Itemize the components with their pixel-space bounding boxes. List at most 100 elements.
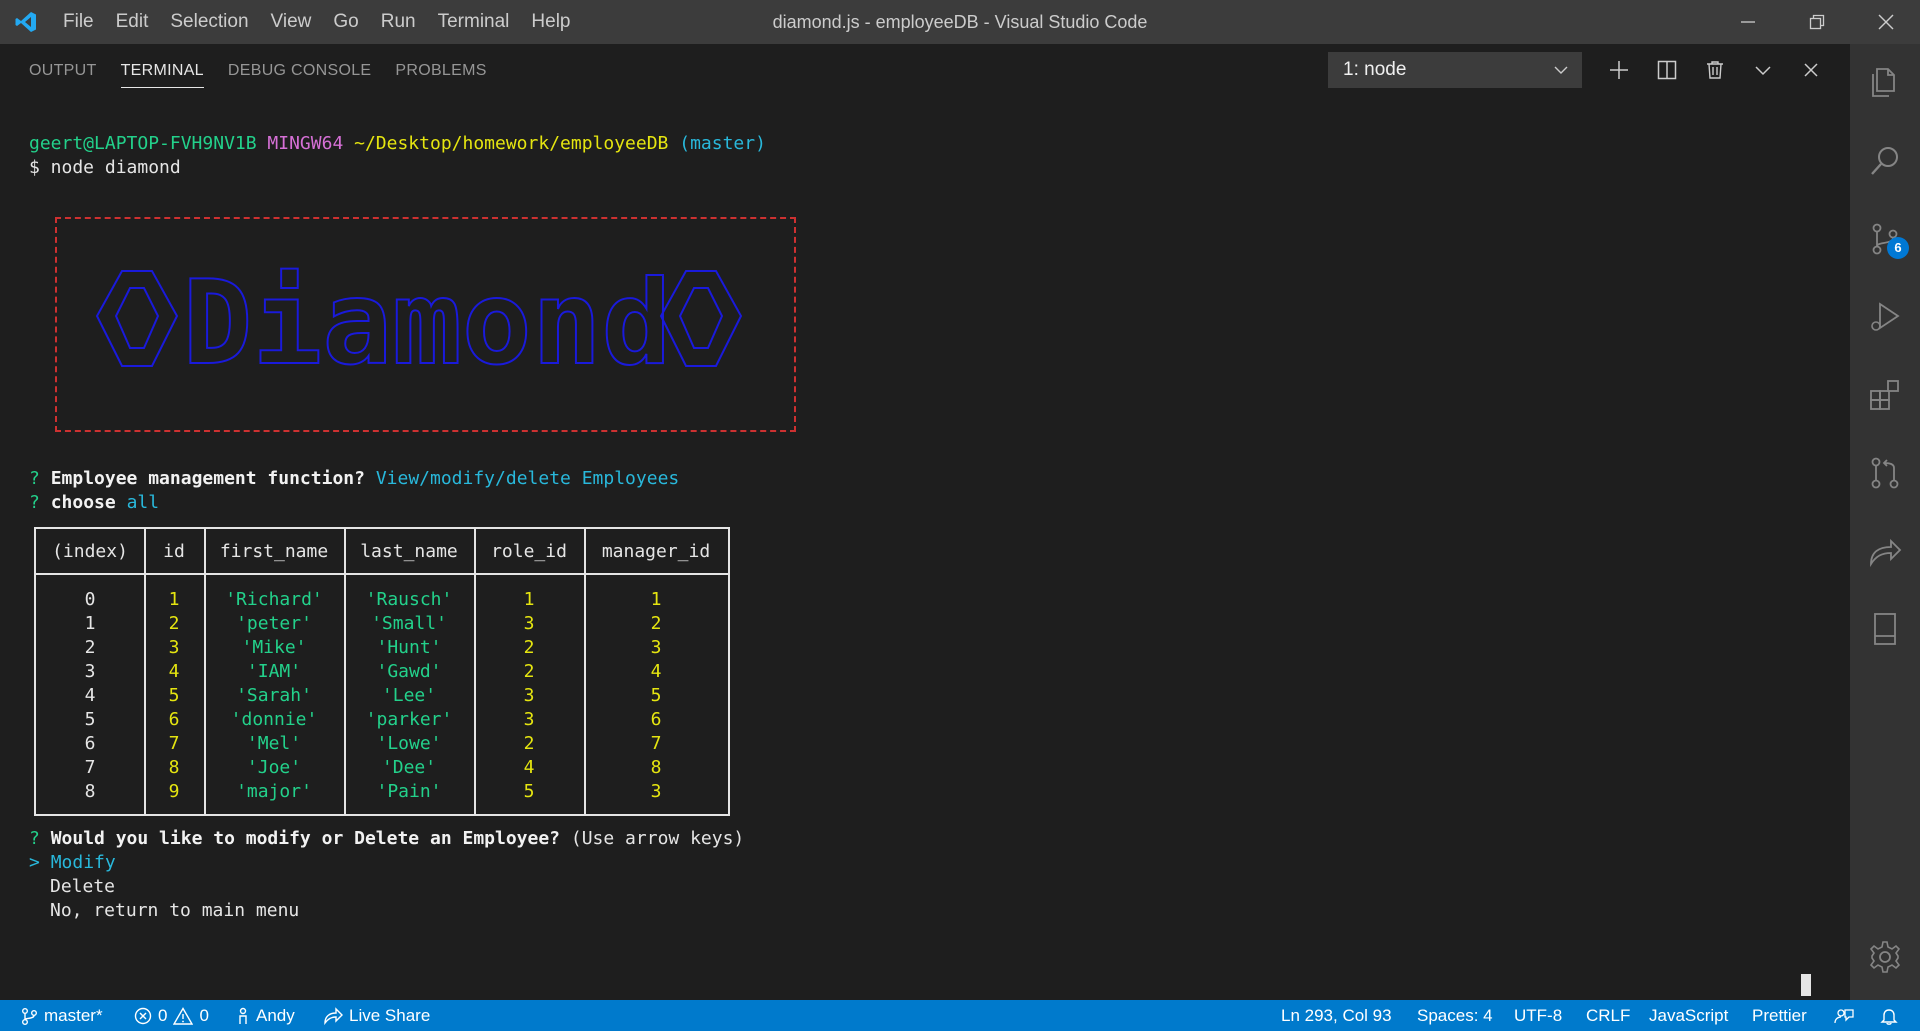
maximize-panel-button[interactable] xyxy=(1739,50,1787,90)
cell-first-name: 'donnie' xyxy=(230,709,318,730)
menu-help[interactable]: Help xyxy=(520,0,581,44)
cell-id: 2 xyxy=(168,613,180,634)
activity-extensions[interactable] xyxy=(1850,356,1920,434)
activity-explorer[interactable] xyxy=(1850,44,1920,122)
activity-settings[interactable] xyxy=(1850,918,1920,996)
activity-run-debug[interactable] xyxy=(1850,278,1920,356)
prompt-branch: (master) xyxy=(679,133,766,154)
panel-header: OUTPUT TERMINAL DEBUG CONSOLE PROBLEMS 1… xyxy=(0,44,1850,98)
status-user[interactable]: Andy xyxy=(236,1000,295,1031)
restore-button[interactable] xyxy=(1782,0,1851,44)
status-notifications[interactable] xyxy=(1880,1000,1898,1031)
activity-search[interactable] xyxy=(1850,122,1920,200)
prompt-line: geert@LAPTOP-FVH9NV1B MINGW64 ~/Desktop/… xyxy=(29,132,766,156)
choice-main-menu[interactable]: No, return to main menu xyxy=(50,899,299,923)
terminal-select[interactable]: 1: node xyxy=(1328,52,1582,88)
cell-manager-id: 3 xyxy=(650,781,662,802)
tab-problems[interactable]: PROBLEMS xyxy=(383,44,498,98)
status-language[interactable]: JavaScript xyxy=(1649,1000,1728,1031)
cell-id: 6 xyxy=(168,709,180,730)
tab-terminal[interactable]: TERMINAL xyxy=(109,44,216,98)
cell-role-id: 4 xyxy=(523,757,535,778)
cell-role-id: 3 xyxy=(523,685,535,706)
cell-role-id: 2 xyxy=(523,661,535,682)
status-feedback[interactable] xyxy=(1834,1000,1854,1031)
activity-live-share[interactable] xyxy=(1850,512,1920,590)
warning-icon xyxy=(173,1006,194,1025)
source-control-badge: 6 xyxy=(1887,237,1909,259)
menu-run[interactable]: Run xyxy=(370,0,427,44)
menu-file[interactable]: File xyxy=(52,0,105,44)
cell-first-name: 'peter' xyxy=(236,613,312,634)
bell-icon xyxy=(1880,1008,1898,1025)
cell-last-name: 'Dee' xyxy=(381,757,437,778)
status-eol[interactable]: CRLF xyxy=(1586,1000,1630,1031)
cell-last-name: 'Hunt' xyxy=(376,637,442,658)
status-spaces[interactable]: Spaces: 4 xyxy=(1417,1000,1493,1031)
split-terminal-button[interactable] xyxy=(1643,50,1691,90)
activity-bar xyxy=(1850,44,1920,1000)
header-role-id: role_id xyxy=(491,541,567,562)
prompt-user: geert@LAPTOP-FVH9NV1B xyxy=(29,133,257,154)
menu-terminal[interactable]: Terminal xyxy=(427,0,521,44)
activity-notebook[interactable] xyxy=(1850,590,1920,668)
menu-selection[interactable]: Selection xyxy=(159,0,259,44)
status-live-share[interactable]: Live Share xyxy=(323,1000,430,1031)
diamond-banner-art: Diamond xyxy=(95,266,743,372)
cell-role-id: 5 xyxy=(523,781,535,802)
header-last-name: last_name xyxy=(360,541,458,562)
status-encoding[interactable]: UTF-8 xyxy=(1514,1000,1562,1031)
cell-manager-id: 3 xyxy=(650,637,662,658)
kill-terminal-button[interactable] xyxy=(1691,50,1739,90)
close-icon xyxy=(1878,14,1893,30)
cell-last-name: 'Pain' xyxy=(376,781,442,802)
cell-manager-id: 2 xyxy=(650,613,662,634)
status-formatter[interactable]: Prettier xyxy=(1752,1000,1807,1031)
extensions-icon xyxy=(1870,380,1899,410)
search-icon xyxy=(1871,147,1898,175)
cell-first-name: 'Joe' xyxy=(246,757,302,778)
menu-bar: File Edit Selection View Go Run Terminal… xyxy=(52,0,582,44)
close-panel-button[interactable] xyxy=(1787,50,1835,90)
new-terminal-button[interactable] xyxy=(1595,50,1643,90)
minimize-icon xyxy=(1740,21,1755,23)
table-header-divider xyxy=(36,573,728,575)
status-problems[interactable]: 0 0 xyxy=(134,1000,209,1031)
tab-debug-console[interactable]: DEBUG CONSOLE xyxy=(216,44,384,98)
terminal-select-value: 1: node xyxy=(1343,59,1407,80)
question-mark: ? xyxy=(29,468,40,489)
menu-edit[interactable]: Edit xyxy=(105,0,160,44)
panel-actions xyxy=(1595,50,1835,90)
cell-id: 4 xyxy=(168,661,180,682)
cell-id: 3 xyxy=(168,637,180,658)
live-share-icon xyxy=(324,1006,343,1025)
activity-pull-requests[interactable] xyxy=(1850,434,1920,512)
activity-source-control[interactable] xyxy=(1850,200,1920,278)
cell-manager-id: 7 xyxy=(650,733,662,754)
tab-output[interactable]: OUTPUT xyxy=(17,44,109,98)
menu-view[interactable]: View xyxy=(260,0,323,44)
choice-modify[interactable]: > Modify xyxy=(29,851,116,875)
chevron-down-icon xyxy=(1755,66,1771,76)
choice-delete[interactable]: Delete xyxy=(50,875,115,899)
close-icon xyxy=(1804,63,1818,77)
question-3: ? Would you like to modify or Delete an … xyxy=(29,827,744,851)
header-index: (index) xyxy=(52,541,128,562)
plus-icon xyxy=(1610,61,1628,79)
cell-id: 1 xyxy=(168,589,180,610)
status-bar: master* 0 0 Andy Live Share Ln 293, Col … xyxy=(0,1000,1920,1031)
cell-last-name: 'Lowe' xyxy=(376,733,442,754)
question-1-answer: View/modify/delete Employees xyxy=(375,468,680,489)
question-mark: ? xyxy=(29,492,40,513)
header-manager-id: manager_id xyxy=(601,541,711,562)
status-branch[interactable]: master* xyxy=(20,1000,103,1031)
prompt-path: ~/Desktop/homework/employeeDB xyxy=(354,133,669,154)
run-debug-icon xyxy=(1871,302,1900,331)
menu-go[interactable]: Go xyxy=(322,0,369,44)
cell-last-name: 'Small' xyxy=(371,613,447,634)
trash-icon xyxy=(1707,61,1723,79)
status-position[interactable]: Ln 293, Col 93 xyxy=(1281,1000,1392,1031)
pull-requests-icon xyxy=(1871,457,1899,489)
close-window-button[interactable] xyxy=(1851,0,1920,44)
minimize-button[interactable] xyxy=(1713,0,1782,44)
